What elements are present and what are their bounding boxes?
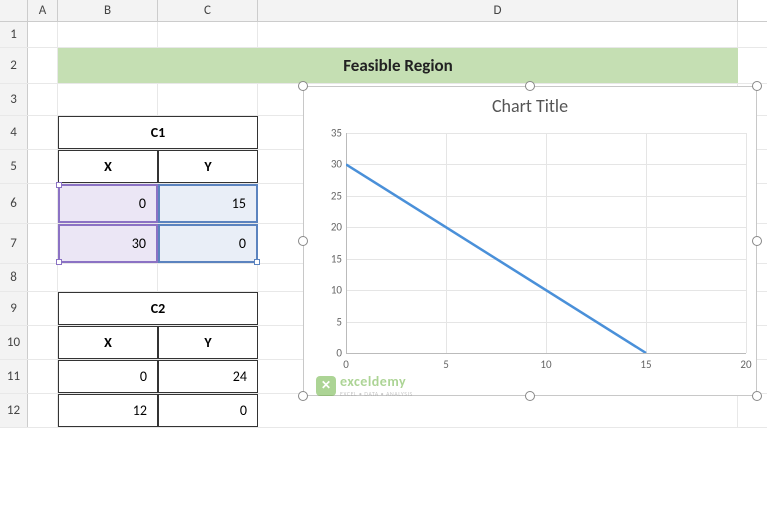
y-tick: 15 [320, 252, 342, 265]
cell-A5[interactable] [28, 150, 58, 183]
c2-x-row2[interactable]: 12 [58, 394, 158, 427]
c1-x-header[interactable]: X [58, 150, 158, 183]
cell-C1[interactable] [158, 22, 258, 47]
row-header-11[interactable]: 11 [0, 360, 28, 393]
resize-handle[interactable] [298, 391, 308, 401]
row-2: 2 Feasible Region [0, 48, 767, 84]
cell-D1[interactable] [258, 22, 738, 47]
cell-A3[interactable] [28, 84, 58, 115]
selection-handle[interactable] [254, 259, 260, 265]
c1-y-row2[interactable]: 0 [158, 224, 258, 263]
y-tick: 10 [320, 284, 342, 297]
c2-y-header[interactable]: Y [158, 326, 258, 359]
c1-y-row1[interactable]: 15 [158, 184, 258, 223]
cell-B8[interactable] [58, 264, 158, 291]
row-header-9[interactable]: 9 [0, 292, 28, 325]
resize-handle[interactable] [298, 81, 308, 91]
c1-x-row2-val: 30 [132, 235, 146, 252]
row-header-4[interactable]: 4 [0, 116, 28, 149]
cell-A6[interactable] [28, 184, 58, 223]
c1-y-row2-val: 0 [239, 235, 246, 252]
c2-header[interactable]: C2 [58, 292, 258, 325]
row-12: 12 12 0 [0, 394, 767, 428]
c1-x-row1[interactable]: 0 [58, 184, 158, 223]
resize-handle[interactable] [525, 81, 535, 91]
y-tick: 25 [320, 189, 342, 202]
row-header-3[interactable]: 3 [0, 84, 28, 115]
cell-A11[interactable] [28, 360, 58, 393]
x-tick: 0 [343, 358, 349, 371]
spreadsheet: A B C D 1 2 Feasible Region 3 4 C1 5 X Y [0, 0, 767, 508]
c1-x-row2[interactable]: 30 [58, 224, 158, 263]
cell-A12[interactable] [28, 394, 58, 427]
watermark-icon: ✕ [316, 376, 336, 396]
cell-B3[interactable] [58, 84, 158, 115]
c2-x-header[interactable]: X [58, 326, 158, 359]
cell-D12[interactable] [258, 394, 738, 427]
row-header-6[interactable]: 6 [0, 184, 28, 223]
row-header-12[interactable]: 12 [0, 394, 28, 427]
cell-A8[interactable] [28, 264, 58, 291]
y-tick: 30 [320, 158, 342, 171]
selection-handle[interactable] [56, 182, 62, 188]
row-1: 1 [0, 22, 767, 48]
c1-y-header[interactable]: Y [158, 150, 258, 183]
y-tick: 5 [320, 315, 342, 328]
x-tick: 15 [640, 358, 651, 371]
col-header-C[interactable]: C [158, 0, 258, 21]
resize-handle[interactable] [752, 81, 762, 91]
cell-C8[interactable] [158, 264, 258, 291]
column-headers: A B C D [0, 0, 767, 22]
resize-handle[interactable] [525, 391, 535, 401]
c2-y-row2[interactable]: 0 [158, 394, 258, 427]
row-header-8[interactable]: 8 [0, 264, 28, 291]
cell-C3[interactable] [158, 84, 258, 115]
x-tick: 10 [540, 358, 551, 371]
cell-A4[interactable] [28, 116, 58, 149]
watermark-brand: exceldemy [340, 373, 413, 390]
resize-handle[interactable] [752, 391, 762, 401]
cell-A2[interactable] [28, 48, 58, 83]
row-header-7[interactable]: 7 [0, 224, 28, 263]
cell-A1[interactable] [28, 22, 58, 47]
c2-x-row1[interactable]: 0 [58, 360, 158, 393]
c2-y-row1[interactable]: 24 [158, 360, 258, 393]
row-header-1[interactable]: 1 [0, 22, 28, 47]
cell-B1[interactable] [58, 22, 158, 47]
row-header-2[interactable]: 2 [0, 48, 28, 83]
watermark-sub: EXCEL • DATA • ANALYSIS [340, 390, 413, 398]
chart-series-line[interactable] [346, 133, 746, 353]
y-tick: 20 [320, 221, 342, 234]
title-banner[interactable]: Feasible Region [58, 48, 738, 83]
resize-handle[interactable] [298, 236, 308, 246]
chart-object[interactable]: Chart Title 0 5 10 15 20 25 30 35 [303, 86, 757, 396]
select-all-corner[interactable] [0, 0, 28, 21]
cell-A9[interactable] [28, 292, 58, 325]
col-header-A[interactable]: A [28, 0, 58, 21]
resize-handle[interactable] [752, 236, 762, 246]
y-tick: 35 [320, 127, 342, 140]
x-tick: 5 [443, 358, 449, 371]
watermark: ✕ exceldemy EXCEL • DATA • ANALYSIS [316, 373, 413, 398]
col-header-D[interactable]: D [258, 0, 738, 21]
c1-header[interactable]: C1 [58, 116, 258, 149]
chart-title[interactable]: Chart Title [304, 87, 756, 121]
row-header-5[interactable]: 5 [0, 150, 28, 183]
row-header-10[interactable]: 10 [0, 326, 28, 359]
cell-A7[interactable] [28, 224, 58, 263]
c1-x-row1-val: 0 [139, 195, 146, 212]
selection-handle[interactable] [56, 259, 62, 265]
plot-area[interactable]: 0 5 10 15 20 25 30 35 0 5 10 15 20 [346, 133, 746, 353]
x-tick: 20 [740, 358, 751, 371]
col-header-B[interactable]: B [58, 0, 158, 21]
cell-A10[interactable] [28, 326, 58, 359]
y-tick: 0 [320, 347, 342, 360]
